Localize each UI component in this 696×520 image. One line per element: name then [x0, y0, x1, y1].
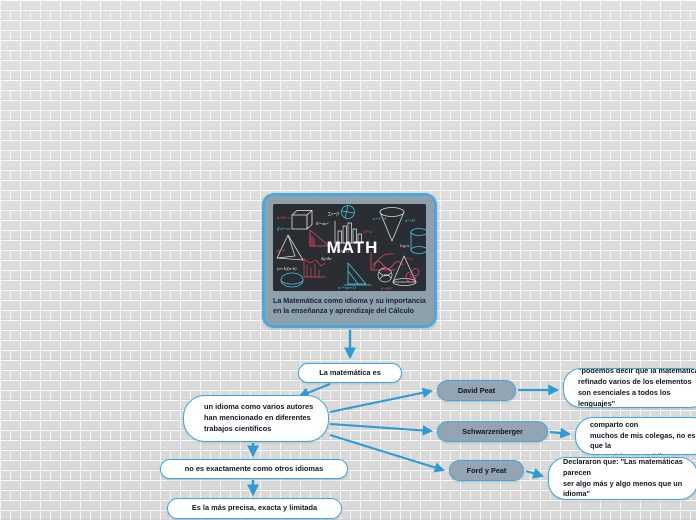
quote-text: Declararon que: "Las matemáticas parecen… [563, 457, 683, 499]
connector-un-idioma-to-schwarzenberger [329, 422, 434, 436]
svg-text:a²+b²: a²+b² [405, 218, 416, 223]
node-label: no es exactamente como otros idiomas [184, 463, 324, 473]
node-label: un idioma como varios autores han mencio… [204, 402, 314, 433]
node-un-idioma[interactable]: un idioma como varios autores han mencio… [183, 395, 329, 442]
svg-text:x²+y: x²+y [403, 256, 412, 261]
root-node[interactable]: a+b=c f(x)=ax E=mc² ∑x=∫ƒ y=(x+1) (a+b)(… [262, 193, 437, 328]
node-no-es-exactamente[interactable]: no es exactamente como otros idiomas [160, 459, 348, 479]
svg-text:MATH: MATH [327, 238, 379, 257]
svg-text:(a+b)(a-b): (a+b)(a-b) [277, 266, 297, 271]
svg-text:π=3.14: π=3.14 [373, 216, 387, 221]
quote-text: "podemos decir que la matemática refinad… [578, 368, 696, 408]
connector-schwarzenberger-to-quote [549, 427, 572, 439]
svg-text:E=mc²: E=mc² [315, 221, 329, 226]
mindmap-canvas[interactable]: a+b=c f(x)=ax E=mc² ∑x=∫ƒ y=(x+1) (a+b)(… [0, 0, 696, 520]
quote-text: "Mi propia actitud, que yo comparto con … [590, 419, 696, 454]
root-node-title: La Matemática como idioma y su importanc… [273, 296, 426, 316]
node-quote-david-peat[interactable]: "podemos decir que la matemática refinad… [563, 368, 696, 408]
svg-text:√4=2: √4=2 [362, 229, 373, 234]
svg-text:sin θ: sin θ [276, 248, 285, 253]
connector-ford-y-peat-to-quote [525, 468, 545, 479]
svg-text:θ=90°: θ=90° [381, 286, 393, 291]
node-quote-schwarzenberger[interactable]: "Mi propia actitud, que yo comparto con … [575, 417, 696, 455]
node-author-ford-y-peat[interactable]: Ford y Peat [449, 460, 524, 481]
node-quote-ford-y-peat[interactable]: Declararon que: "Las matemáticas parecen… [548, 457, 696, 500]
svg-text:log n: log n [400, 243, 410, 248]
node-label: La matemática es [319, 367, 381, 377]
node-la-matematica-es[interactable]: La matemática es [298, 363, 402, 383]
node-author-david-peat[interactable]: David Peat [437, 380, 516, 401]
svg-text:a+b=c: a+b=c [277, 215, 290, 220]
svg-text:f(x)=ax: f(x)=ax [277, 226, 291, 231]
author-name: David Peat [457, 386, 496, 395]
svg-text:n!=n(n-1): n!=n(n-1) [338, 285, 357, 290]
root-node-image: a+b=c f(x)=ax E=mc² ∑x=∫ƒ y=(x+1) (a+b)(… [273, 204, 426, 291]
node-author-schwarzenberger[interactable]: Schwarzenberger [437, 421, 548, 442]
author-name: Ford y Peat [466, 466, 507, 475]
node-label: Es la más precisa, exacta y limitada [191, 503, 318, 513]
node-es-la-mas-precisa[interactable]: Es la más precisa, exacta y limitada [167, 498, 342, 519]
connector-un-idioma-to-david-peat [329, 387, 434, 414]
author-name: Schwarzenberger [462, 427, 523, 436]
